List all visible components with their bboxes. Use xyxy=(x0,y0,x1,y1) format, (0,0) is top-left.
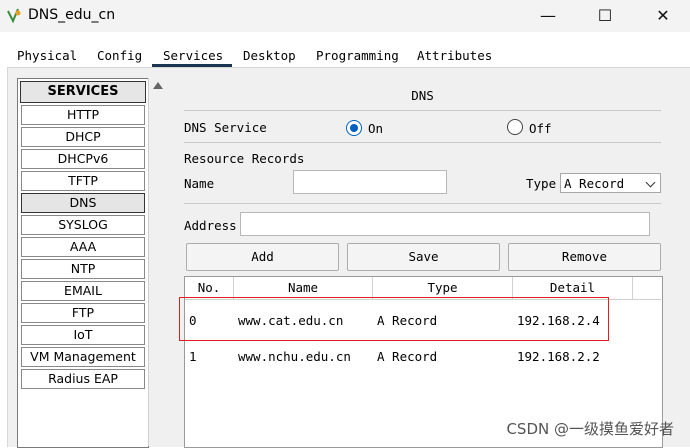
service-syslog[interactable]: SYSLOG xyxy=(21,215,145,235)
tab-attributes[interactable]: Attributes xyxy=(417,48,492,63)
service-radius-eap[interactable]: Radius EAP xyxy=(21,369,145,389)
address-label: Address xyxy=(184,218,237,233)
close-button[interactable]: ✕ xyxy=(640,0,686,30)
name-label: Name xyxy=(184,176,215,191)
maximize-button[interactable]: ☐ xyxy=(582,0,628,30)
minimize-button[interactable]: — xyxy=(525,0,571,30)
service-dhcp[interactable]: DHCP xyxy=(21,127,145,147)
service-aaa[interactable]: AAA xyxy=(21,237,145,257)
service-tftp[interactable]: TFTP xyxy=(21,171,145,191)
dns-off-radio[interactable] xyxy=(507,119,523,135)
service-ntp[interactable]: NTP xyxy=(21,259,145,279)
divider xyxy=(184,203,661,204)
tab-services[interactable]: Services xyxy=(163,48,223,65)
services-list: SERVICES HTTP DHCP DHCPv6 TFTP DNS SYSLO… xyxy=(17,78,149,448)
cell-detail: 192.168.2.2 xyxy=(517,349,600,364)
add-button[interactable]: Add xyxy=(186,243,339,271)
tab-config[interactable]: Config xyxy=(97,48,142,63)
cell-name: www.nchu.edu.cn xyxy=(238,349,351,364)
watermark: CSDN @一级摸鱼爱好者 xyxy=(506,420,674,438)
service-ftp[interactable]: FTP xyxy=(21,303,145,323)
service-http[interactable]: HTTP xyxy=(21,105,145,125)
type-select[interactable]: A Record xyxy=(560,173,661,193)
dns-on-radio[interactable] xyxy=(346,120,362,136)
name-input[interactable] xyxy=(293,170,447,194)
scroll-up-icon[interactable] xyxy=(153,82,163,89)
service-email[interactable]: EMAIL xyxy=(21,281,145,301)
service-dhcpv6[interactable]: DHCPv6 xyxy=(21,149,145,169)
window-title: DNS_edu_cn xyxy=(28,7,116,23)
tab-physical[interactable]: Physical xyxy=(17,48,77,63)
type-label: Type xyxy=(526,176,557,191)
remove-button[interactable]: Remove xyxy=(508,243,661,271)
divider xyxy=(184,142,661,143)
highlight-box xyxy=(179,297,609,341)
resource-records-label: Resource Records xyxy=(184,151,305,166)
dns-off-label: Off xyxy=(529,121,552,136)
service-iot[interactable]: IoT xyxy=(21,325,145,345)
service-dns[interactable]: DNS xyxy=(21,193,145,213)
address-input[interactable] xyxy=(240,212,650,236)
dns-service-label: DNS Service xyxy=(184,120,267,135)
cell-no: 1 xyxy=(189,349,197,364)
tab-desktop[interactable]: Desktop xyxy=(243,48,296,63)
title-bar: DNS_edu_cn — ☐ ✕ xyxy=(0,0,690,32)
type-select-value: A Record xyxy=(564,176,625,191)
services-header: SERVICES xyxy=(20,81,146,103)
dns-on-label: On xyxy=(368,121,384,136)
service-vm-management[interactable]: VM Management xyxy=(21,347,145,367)
tab-programming[interactable]: Programming xyxy=(316,48,399,63)
app-icon xyxy=(7,8,21,24)
cell-type: A Record xyxy=(377,349,438,364)
save-button[interactable]: Save xyxy=(347,243,500,271)
divider xyxy=(184,110,661,111)
chevron-down-icon xyxy=(645,177,656,188)
dns-panel-title: DNS xyxy=(411,88,434,103)
header-spacer xyxy=(633,277,661,300)
services-scrollbar[interactable] xyxy=(148,78,167,446)
tab-bar: Physical Config Services Desktop Program… xyxy=(0,44,690,68)
